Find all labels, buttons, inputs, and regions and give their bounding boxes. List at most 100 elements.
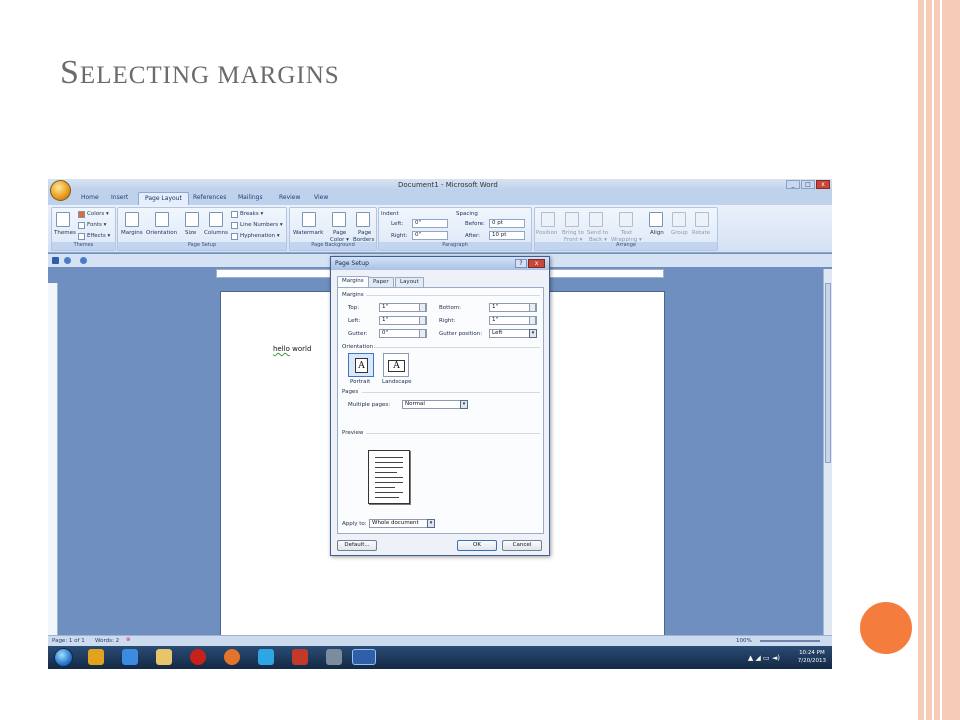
chevron-down-icon[interactable]: ▾ bbox=[427, 519, 435, 528]
paint-icon[interactable] bbox=[326, 649, 342, 665]
position-icon[interactable] bbox=[541, 212, 555, 227]
tab-references[interactable]: References bbox=[193, 194, 226, 201]
powerpoint-icon[interactable] bbox=[292, 649, 308, 665]
file-explorer-icon[interactable] bbox=[156, 649, 172, 665]
ok-button[interactable]: OK bbox=[457, 540, 497, 551]
vertical-ruler[interactable] bbox=[48, 283, 58, 635]
effects-button[interactable]: Effects ▾ bbox=[87, 233, 110, 239]
zoom-slider[interactable] bbox=[760, 640, 820, 642]
start-button-icon[interactable] bbox=[54, 648, 73, 667]
position-button[interactable]: Position bbox=[536, 230, 557, 236]
breaks-button[interactable]: Breaks ▾ bbox=[240, 211, 263, 217]
columns-button[interactable]: Columns bbox=[204, 230, 228, 236]
doc-word-hello[interactable]: hello bbox=[273, 345, 290, 353]
media-player-icon[interactable] bbox=[88, 649, 104, 665]
undo-icon[interactable] bbox=[64, 257, 71, 264]
document-text[interactable]: hello world bbox=[273, 345, 311, 353]
paragraph-group-label: Paragraph bbox=[379, 242, 531, 250]
landscape-option[interactable]: A bbox=[383, 353, 409, 377]
align-button[interactable]: Align bbox=[650, 230, 664, 236]
margins-button[interactable]: Margins bbox=[121, 230, 143, 236]
status-words[interactable]: Words: 2 bbox=[95, 638, 119, 644]
office-button-icon[interactable] bbox=[50, 180, 71, 201]
tab-page-layout[interactable]: Page Layout bbox=[138, 192, 189, 205]
opera-icon[interactable] bbox=[190, 649, 206, 665]
text-wrapping-line1[interactable]: Text bbox=[621, 230, 632, 236]
zoom-level[interactable]: 100% bbox=[736, 638, 752, 644]
clock[interactable]: 10:24 PM 7/20/2013 bbox=[798, 649, 826, 665]
proofing-icon[interactable]: ⊗ bbox=[126, 637, 131, 643]
themes-button[interactable]: Themes bbox=[54, 230, 76, 236]
columns-icon[interactable] bbox=[209, 212, 223, 227]
tab-margins[interactable]: Margins bbox=[337, 276, 369, 287]
page-borders-icon[interactable] bbox=[356, 212, 370, 227]
bring-to-front-icon[interactable] bbox=[565, 212, 579, 227]
dialog-close-button[interactable]: x bbox=[528, 259, 545, 268]
doc-word-world[interactable]: world bbox=[290, 345, 311, 353]
apply-to-select[interactable]: Whole document bbox=[369, 519, 435, 528]
tab-paper[interactable]: Paper bbox=[368, 277, 394, 287]
send-to-back-icon[interactable] bbox=[589, 212, 603, 227]
tab-layout[interactable]: Layout bbox=[395, 277, 424, 287]
colors-button[interactable]: Colors ▾ bbox=[87, 211, 109, 217]
top-margin-spinner[interactable] bbox=[419, 303, 426, 312]
vertical-scrollbar[interactable] bbox=[823, 269, 832, 635]
cancel-button[interactable]: Cancel bbox=[502, 540, 542, 551]
firefox-icon[interactable] bbox=[224, 649, 240, 665]
portrait-option[interactable]: A bbox=[348, 353, 374, 377]
bring-to-front-line1[interactable]: Bring to bbox=[562, 230, 584, 236]
maximize-button[interactable]: □ bbox=[801, 180, 815, 189]
close-button[interactable]: x bbox=[816, 180, 830, 189]
indent-right-input[interactable]: 0" bbox=[412, 231, 448, 240]
spacing-before-input[interactable]: 0 pt bbox=[489, 219, 525, 228]
default-button[interactable]: Default... bbox=[337, 540, 377, 551]
system-tray-icons[interactable]: ▲ ◢ ▭ ◄) bbox=[748, 654, 780, 662]
landscape-label[interactable]: Landscape bbox=[382, 379, 412, 385]
fonts-button[interactable]: Fonts ▾ bbox=[87, 222, 106, 228]
send-to-back-line1[interactable]: Send to bbox=[587, 230, 608, 236]
redo-icon[interactable] bbox=[80, 257, 87, 264]
bottom-margin-spinner[interactable] bbox=[529, 303, 536, 312]
page-color-icon[interactable] bbox=[332, 212, 346, 227]
tab-mailings[interactable]: Mailings bbox=[238, 194, 263, 201]
tab-home[interactable]: Home bbox=[81, 194, 99, 201]
themes-icon[interactable] bbox=[56, 212, 70, 227]
page-color-button-line1[interactable]: Page bbox=[333, 230, 346, 236]
size-icon[interactable] bbox=[185, 212, 199, 227]
chevron-down-icon[interactable]: ▾ bbox=[529, 329, 537, 338]
group-icon[interactable] bbox=[672, 212, 686, 227]
text-wrapping-icon[interactable] bbox=[619, 212, 633, 227]
orientation-button[interactable]: Orientation bbox=[146, 230, 177, 236]
indent-left-input[interactable]: 0" bbox=[412, 219, 448, 228]
watermark-button[interactable]: Watermark bbox=[293, 230, 323, 236]
minimize-button[interactable]: _ bbox=[786, 180, 800, 189]
hyphenation-button[interactable]: Hyphenation ▾ bbox=[240, 233, 280, 239]
align-icon[interactable] bbox=[649, 212, 663, 227]
group-button[interactable]: Group bbox=[671, 230, 688, 236]
rotate-button[interactable]: Rotate bbox=[692, 230, 710, 236]
skype-icon[interactable] bbox=[258, 649, 274, 665]
word-taskbar-icon[interactable] bbox=[352, 649, 376, 665]
portrait-label[interactable]: Portrait bbox=[350, 379, 370, 385]
gutter-spinner[interactable] bbox=[419, 329, 426, 338]
tab-review[interactable]: Review bbox=[279, 194, 300, 201]
save-icon[interactable] bbox=[52, 257, 59, 264]
internet-explorer-icon[interactable] bbox=[122, 649, 138, 665]
tab-view[interactable]: View bbox=[314, 194, 328, 201]
chevron-down-icon[interactable]: ▾ bbox=[460, 400, 468, 409]
right-margin-spinner[interactable] bbox=[529, 316, 536, 325]
margins-icon[interactable] bbox=[125, 212, 139, 227]
scrollbar-thumb[interactable] bbox=[825, 283, 831, 463]
page-borders-button-line1[interactable]: Page bbox=[358, 230, 371, 236]
spacing-after-input[interactable]: 10 pt bbox=[489, 231, 525, 240]
watermark-icon[interactable] bbox=[302, 212, 316, 227]
multiple-pages-select[interactable]: Normal bbox=[402, 400, 468, 409]
size-button[interactable]: Size bbox=[185, 230, 196, 236]
rotate-icon[interactable] bbox=[695, 212, 709, 227]
tab-insert[interactable]: Insert bbox=[111, 194, 128, 201]
dialog-help-button[interactable]: ? bbox=[515, 259, 527, 268]
left-margin-spinner[interactable] bbox=[419, 316, 426, 325]
line-numbers-button[interactable]: Line Numbers ▾ bbox=[240, 222, 283, 228]
orientation-icon[interactable] bbox=[155, 212, 169, 227]
status-page[interactable]: Page: 1 of 1 bbox=[52, 638, 85, 644]
